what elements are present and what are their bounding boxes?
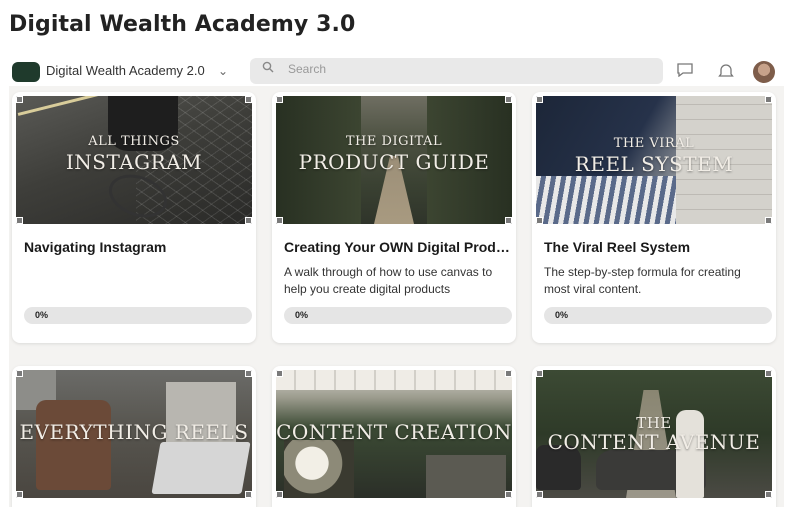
resize-handle [505,217,512,224]
chevron-down-icon[interactable]: ⌄ [218,64,228,78]
course-title[interactable]: Creating Your OWN Digital Produc... [284,239,512,255]
avatar[interactable] [753,61,775,83]
resize-handle [505,96,512,103]
progress-label: 0% [555,310,569,320]
chat-icon[interactable] [676,63,694,77]
search-placeholder: Search [288,62,327,76]
thumbnail-caption-big: Content Creation [276,420,512,444]
course-card[interactable]: All things Instagram Navigating Instagra… [12,92,256,343]
course-card[interactable]: Everything Reels [12,366,256,507]
progress-bar: 0% [284,307,512,324]
resize-handle [16,370,23,377]
resize-handle [536,217,543,224]
search-input[interactable]: Search [250,58,663,84]
resize-handle [536,491,543,498]
course-thumbnail[interactable]: Content Creation [276,370,512,498]
resize-handle [276,217,283,224]
resize-handle [245,217,252,224]
resize-handle [276,370,283,377]
progress-label: 0% [35,310,49,320]
resize-handle [245,491,252,498]
course-description: The step-by-step formula for creating mo… [544,265,741,296]
resize-handle [505,370,512,377]
course-thumbnail[interactable]: All things Instagram [16,96,252,224]
course-thumbnail[interactable]: The Digital Product Guide [276,96,512,224]
thumbnail-caption-big: Everything Reels [19,420,249,444]
course-card[interactable]: The Content Avenue [532,366,776,507]
thumbnail-caption-small: The Viral [613,136,695,151]
resize-handle [536,370,543,377]
resize-handle [765,96,772,103]
resize-handle [16,491,23,498]
page-title: Digital Wealth Academy 3.0 [9,12,356,37]
resize-handle [16,96,23,103]
course-title[interactable]: The Viral Reel System [544,239,772,255]
thumbnail-caption-big: Instagram [65,150,203,174]
progress-label: 0% [295,310,309,320]
thumbnail-caption-big: Product Guide [298,150,490,174]
resize-handle [245,370,252,377]
course-thumbnail[interactable]: Everything Reels [16,370,252,498]
resize-handle [536,96,543,103]
app-name[interactable]: Digital Wealth Academy 2.0 [46,63,205,78]
course-title[interactable]: Navigating Instagram [24,239,252,255]
course-grid: All things Instagram Navigating Instagra… [9,86,784,507]
resize-handle [245,96,252,103]
course-card[interactable]: The Digital Product Guide Creating Your … [272,92,516,343]
thumbnail-caption-big: Reel System [574,152,734,176]
course-thumbnail[interactable]: The Viral Reel System [536,96,772,224]
search-icon [262,61,274,73]
thumbnail-caption-small: The Digital [345,134,443,149]
thumbnail-caption-big: Content Avenue [547,430,761,454]
thumbnail-caption-small: All things [88,134,180,149]
progress-bar: 0% [544,307,772,324]
resize-handle [16,217,23,224]
resize-handle [505,491,512,498]
bell-icon[interactable] [717,63,735,79]
resize-handle [765,217,772,224]
app-logo[interactable] [12,62,40,82]
resize-handle [276,491,283,498]
resize-handle [765,491,772,498]
progress-bar: 0% [24,307,252,324]
course-card[interactable]: The Viral Reel System The Viral Reel Sys… [532,92,776,343]
app-header: Digital Wealth Academy 2.0 ⌄ Search [0,58,793,86]
course-description: A walk through of how to use canvas to h… [284,265,493,296]
course-card[interactable]: Content Creation [272,366,516,507]
resize-handle [765,370,772,377]
course-thumbnail[interactable]: The Content Avenue [536,370,772,498]
resize-handle [276,96,283,103]
